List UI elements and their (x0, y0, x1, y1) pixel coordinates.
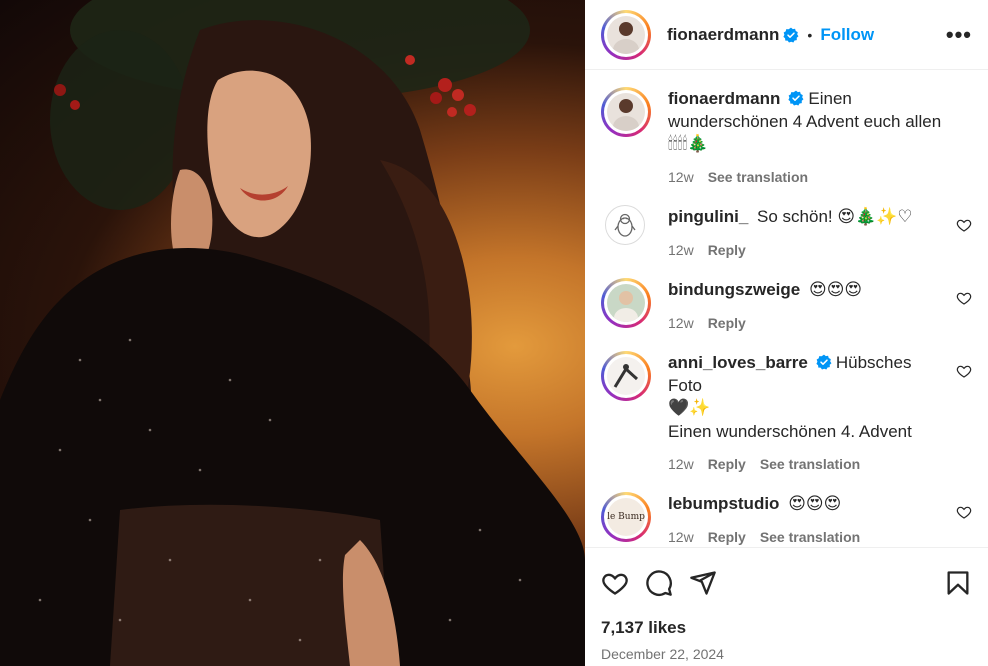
author-avatar[interactable] (601, 9, 651, 60)
comment-emoji: 🖤✨ (668, 398, 711, 418)
caption-avatar-photo (607, 93, 645, 131)
comment-icon[interactable] (645, 569, 673, 597)
comment-item: le Bump lebumpstudio 😍😍😍 12w Reply See t… (601, 492, 972, 547)
comment-avatar[interactable] (601, 278, 651, 328)
profile-photo (607, 284, 645, 322)
follow-button[interactable]: Follow (820, 25, 874, 45)
verified-badge-icon (816, 354, 832, 370)
comment-text: So schön! (757, 207, 833, 226)
like-comment-icon[interactable] (956, 217, 972, 233)
like-comment-icon[interactable] (956, 290, 972, 306)
post-actions: 7,137 likes December 22, 2024 (585, 547, 988, 666)
post-date[interactable]: December 22, 2024 (601, 646, 972, 662)
comment-emoji: 😍🎄✨♡ (837, 207, 913, 227)
reply-button[interactable]: Reply (708, 239, 746, 262)
separator-dot: • (807, 26, 813, 43)
comment-avatar[interactable]: le Bump (601, 492, 651, 542)
comment-time[interactable]: 12w (668, 312, 694, 335)
author-avatar-photo (607, 15, 645, 54)
comment-item: pingulini_ So schön! 😍🎄✨♡ 12w Reply (601, 205, 972, 262)
lebump-logo: le Bump (607, 498, 645, 536)
comment-avatar[interactable] (605, 205, 645, 245)
caption: fionaerdmann Einen wunderschönen 4 Advent… (601, 87, 972, 189)
reply-button[interactable]: Reply (708, 312, 746, 335)
reply-button[interactable]: Reply (708, 526, 746, 547)
post-image[interactable] (0, 0, 585, 666)
comment-emoji: 😍😍😍 (788, 494, 842, 514)
caption-emoji: 🕯🕯🕯🕯🎄 (668, 134, 709, 154)
save-bookmark-icon[interactable] (944, 569, 972, 597)
like-icon[interactable] (601, 569, 629, 597)
share-icon[interactable] (689, 569, 717, 597)
comment-item: anni_loves_barre Hübsches Foto 🖤✨ Einen w… (601, 351, 972, 476)
comments-list[interactable]: fionaerdmann Einen wunderschönen 4 Advent… (585, 71, 988, 547)
author-username[interactable]: fionaerdmann (667, 25, 779, 45)
see-translation-link[interactable]: See translation (760, 453, 860, 476)
post-header: fionaerdmann • Follow ••• (585, 0, 988, 70)
comment-item: bindungszweige 😍😍😍 12w Reply (601, 278, 972, 335)
comment-username[interactable]: bindungszweige (668, 280, 800, 299)
reply-button[interactable]: Reply (708, 453, 746, 476)
comment-username[interactable]: anni_loves_barre (668, 353, 808, 372)
comment-time[interactable]: 12w (668, 453, 694, 476)
more-options-icon[interactable]: ••• (946, 22, 972, 48)
likes-count[interactable]: 7,137 likes (601, 618, 972, 638)
like-comment-icon[interactable] (956, 504, 972, 520)
comment-time[interactable]: 12w (668, 526, 694, 547)
post-side-panel: fionaerdmann • Follow ••• fionaerdmann Ei… (585, 0, 988, 666)
comment-username[interactable]: lebumpstudio (668, 494, 779, 513)
comment-avatar[interactable] (601, 351, 651, 401)
caption-avatar[interactable] (601, 87, 651, 137)
see-translation-link[interactable]: See translation (708, 166, 808, 189)
verified-badge-icon (783, 27, 799, 43)
comment-emoji: 😍😍😍 (808, 280, 863, 300)
comment-time[interactable]: 12w (668, 239, 694, 262)
like-comment-icon[interactable] (956, 363, 972, 379)
profile-photo (607, 357, 645, 395)
caption-username[interactable]: fionaerdmann (668, 89, 780, 108)
penguin-icon (614, 213, 636, 237)
caption-time[interactable]: 12w (668, 166, 694, 189)
comment-text-line2: Einen wunderschönen 4. Advent (668, 422, 912, 441)
post-image-illustration (0, 0, 585, 666)
see-translation-link[interactable]: See translation (760, 526, 860, 547)
verified-badge-icon (788, 90, 804, 106)
comment-username[interactable]: pingulini_ (668, 207, 748, 226)
